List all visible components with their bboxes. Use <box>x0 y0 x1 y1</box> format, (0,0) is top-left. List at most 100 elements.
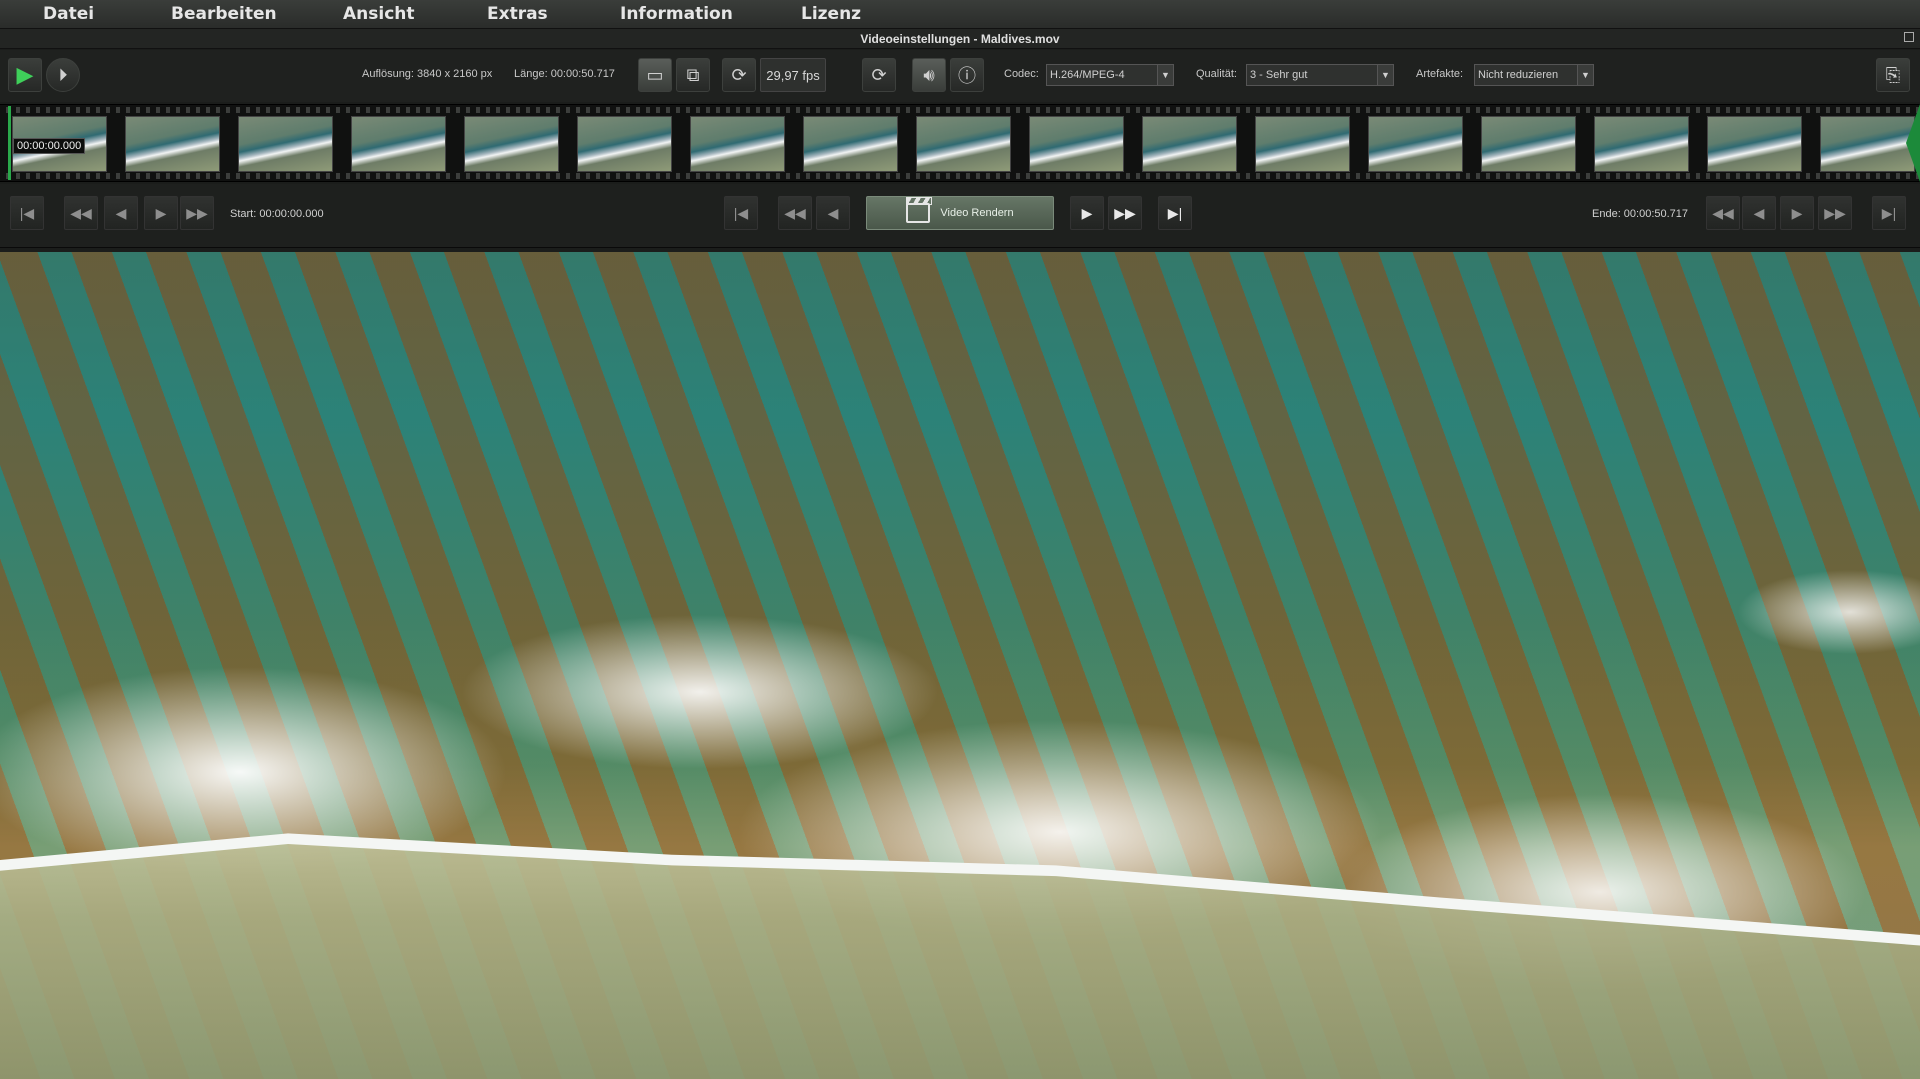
filmstrip-frame[interactable] <box>690 116 785 172</box>
rewind-button[interactable]: ◀◀ <box>778 196 812 230</box>
jump-to-end-button[interactable]: ▶| <box>1158 196 1192 230</box>
codec-value: H.264/MPEG-4 <box>1050 69 1125 81</box>
restore-icon[interactable] <box>1904 32 1914 42</box>
menu-bearbeiten[interactable]: Bearbeiten <box>171 0 277 29</box>
fps-reset-button[interactable]: ⟳ <box>722 58 756 92</box>
video-preview[interactable] <box>0 252 1920 1079</box>
quality-label: Qualität: <box>1196 68 1237 80</box>
refresh-icon: ⟳ <box>731 64 747 85</box>
frame-thumbnail <box>239 117 332 171</box>
fast-forward-icon: ▶▶ <box>1824 204 1846 221</box>
step-back-icon: ◀ <box>1753 204 1765 221</box>
filmstrip[interactable] <box>0 104 1920 182</box>
audio-reset-button[interactable]: ⟳ <box>862 58 896 92</box>
frame-thumbnail <box>1030 117 1123 171</box>
frame-back-button[interactable]: ◀ <box>816 196 850 230</box>
filmstrip-frame[interactable] <box>1707 116 1802 172</box>
video-settings-window: Datei Bearbeiten Ansicht Extras Informat… <box>0 0 1920 1079</box>
resolution-label: Auflösung: 3840 x 2160 px <box>362 68 493 80</box>
rewind-fast-button[interactable]: ◀◀ <box>64 196 98 230</box>
filmstrip-frame[interactable] <box>1368 116 1463 172</box>
filmstrip-frame[interactable] <box>238 116 333 172</box>
frame-thumbnail <box>1482 117 1575 171</box>
menu-lizenz[interactable]: Lizenz <box>801 0 861 29</box>
quality-select[interactable]: 3 - Sehr gut ▼ <box>1246 64 1394 86</box>
frame-thumbnail <box>352 117 445 171</box>
codec-select[interactable]: H.264/MPEG-4 ▼ <box>1046 64 1174 86</box>
go-to-start-button[interactable]: |◀ <box>10 196 44 230</box>
fast-forward-button[interactable]: ▶▶ <box>1108 196 1142 230</box>
length-label: Länge: 00:00:50.717 <box>514 68 615 80</box>
fast-rewind-icon: ◀◀ <box>1712 204 1734 221</box>
export-button[interactable]: ⎘ <box>1876 58 1910 92</box>
artifacts-label: Artefakte: <box>1416 68 1464 80</box>
toolbar: ▶ ⏵ Auflösung: 3840 x 2160 px Länge: 00:… <box>0 50 1920 102</box>
frame-thumbnail <box>1595 117 1688 171</box>
artifacts-select[interactable]: Nicht reduzieren ▼ <box>1474 64 1594 86</box>
start-marker[interactable] <box>8 106 11 180</box>
end-forward-fast-button[interactable]: ▶▶ <box>1818 196 1852 230</box>
menu-information[interactable]: Information <box>620 0 733 29</box>
step-back-button[interactable]: ◀ <box>104 196 138 230</box>
end-rewind-fast-button[interactable]: ◀◀ <box>1706 196 1740 230</box>
frame-thumbnail <box>691 117 784 171</box>
filmstrip-frame[interactable] <box>916 116 1011 172</box>
info-icon: ⓘ <box>958 66 976 86</box>
step-back-icon: ◀ <box>115 204 127 221</box>
go-to-end-button[interactable]: ▶| <box>1872 196 1906 230</box>
jump-to-start-button[interactable]: |◀ <box>724 196 758 230</box>
audio-info-button[interactable]: ⓘ <box>950 58 984 92</box>
window-title-bar: Videoeinstellungen - Maldives.mov <box>0 29 1920 49</box>
audio-toggle-button[interactable]: 🔊︎ <box>912 58 946 92</box>
filmstrip-frame[interactable] <box>1594 116 1689 172</box>
preview-sand-area <box>0 838 1920 1079</box>
filmstrip-frame[interactable] <box>125 116 220 172</box>
end-step-back-button[interactable]: ◀ <box>1742 196 1776 230</box>
frame-thumbnail <box>1708 117 1801 171</box>
filmstrip-perforation <box>0 173 1920 179</box>
menu-bar: Datei Bearbeiten Ansicht Extras Informat… <box>0 0 1920 29</box>
frame-thumbnail <box>1369 117 1462 171</box>
render-video-button[interactable]: Video Rendern <box>866 196 1054 230</box>
filmstrip-perforation <box>0 107 1920 113</box>
play-preview-button[interactable]: ▶ <box>8 58 42 92</box>
filmstrip-frame[interactable] <box>1029 116 1124 172</box>
play-from-cursor-button[interactable]: ⏵ <box>46 58 80 92</box>
monitor-view-button[interactable]: ▭ <box>638 58 672 92</box>
skip-end-icon: ▶| <box>1167 204 1183 221</box>
skip-start-icon: |◀ <box>19 204 35 221</box>
fast-rewind-icon: ◀◀ <box>70 204 92 221</box>
menu-datei[interactable]: Datei <box>43 0 94 29</box>
filmstrip-frame[interactable] <box>1820 116 1915 172</box>
frame-thumbnail <box>1821 117 1914 171</box>
fps-field[interactable]: 29,97 fps <box>760 58 826 92</box>
filmstrip-frame[interactable] <box>1481 116 1576 172</box>
filmstrip-timestamp: 00:00:00.000 <box>13 138 86 154</box>
filmstrip-frame[interactable] <box>1255 116 1350 172</box>
play-circle-icon: ⏵ <box>58 64 68 85</box>
menu-ansicht[interactable]: Ansicht <box>343 0 415 29</box>
frame-thumbnail <box>804 117 897 171</box>
filmstrip-frame[interactable] <box>803 116 898 172</box>
resize-view-button[interactable]: ⧉ <box>676 58 710 92</box>
step-forward-button[interactable]: ▶ <box>144 196 178 230</box>
play-button[interactable]: ▶ <box>1070 196 1104 230</box>
refresh-icon: ⟳ <box>871 64 887 85</box>
start-time-label: Start: 00:00:00.000 <box>230 208 324 220</box>
frame-thumbnail <box>1143 117 1236 171</box>
step-forward-icon: ▶ <box>1791 204 1803 221</box>
chevron-down-icon: ▼ <box>1577 65 1593 85</box>
end-step-forward-button[interactable]: ▶ <box>1780 196 1814 230</box>
filmstrip-frame[interactable] <box>1142 116 1237 172</box>
filmstrip-frame[interactable] <box>351 116 446 172</box>
filmstrip-frame[interactable] <box>577 116 672 172</box>
menu-extras[interactable]: Extras <box>487 0 548 29</box>
play-icon: ▶ <box>16 62 34 87</box>
forward-fast-button[interactable]: ▶▶ <box>180 196 214 230</box>
codec-label: Codec: <box>1004 68 1039 80</box>
fast-rewind-icon: ◀◀ <box>784 204 806 221</box>
frame-thumbnail <box>126 117 219 171</box>
frame-thumbnail <box>578 117 671 171</box>
filmstrip-frame[interactable] <box>464 116 559 172</box>
fast-forward-icon: ▶▶ <box>186 204 208 221</box>
